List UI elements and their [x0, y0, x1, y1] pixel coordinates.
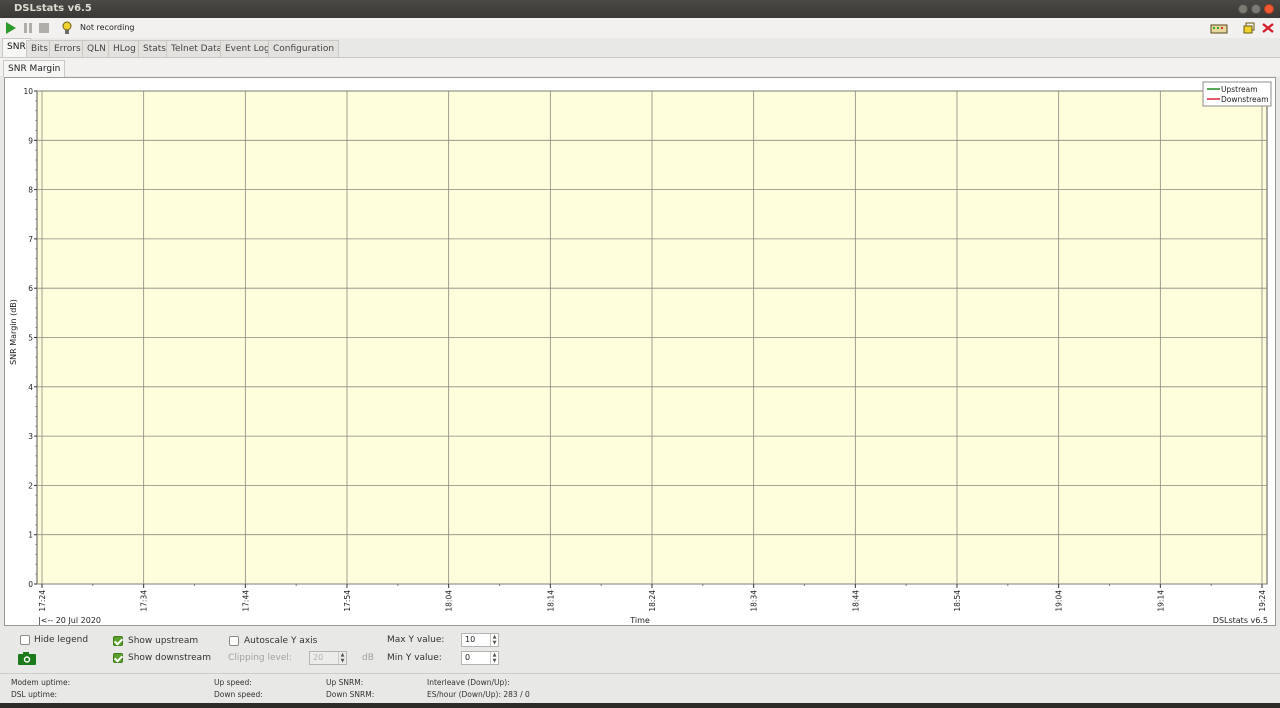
- min-y-spinner[interactable]: ▲ ▼: [490, 652, 498, 664]
- chart-canvas: 0 1 2 3 4 5 6 7 8 9 10 17:24 17:34 17:44 17:54 18:04 18:…: [9, 81, 1272, 625]
- clipping-level-value: 20: [313, 653, 324, 662]
- interleave: Interleave (Down/Up):: [427, 678, 510, 687]
- up-speed: Up speed:: [214, 678, 252, 687]
- x-tick-label: 19:24: [1258, 590, 1267, 612]
- x-axis-label: Time: [629, 616, 650, 625]
- tab-hlog[interactable]: HLog: [108, 40, 141, 57]
- title-bar: DSLstats v6.5: [0, 0, 1280, 18]
- legend-upstream: Upstream: [1221, 85, 1258, 94]
- min-y-field[interactable]: 0 ▲ ▼: [461, 651, 499, 665]
- close-window-button[interactable]: [1264, 4, 1274, 14]
- stop-icon[interactable]: [37, 21, 51, 35]
- tab-telnet-data[interactable]: Telnet Data: [166, 40, 228, 57]
- show-upstream-checkbox[interactable]: [113, 636, 123, 646]
- y-axis-label: SNR Margin (dB): [9, 299, 18, 365]
- restore-icon[interactable]: [1243, 21, 1257, 35]
- modem-uptime: Modem uptime:: [11, 678, 71, 687]
- clipping-level-spinner[interactable]: ▲ ▼: [338, 652, 346, 664]
- y-tick-label: 7: [28, 235, 33, 244]
- show-upstream-label: Show upstream: [128, 636, 199, 646]
- y-tick-label: 4: [28, 383, 33, 392]
- autoscale-checkbox[interactable]: [229, 636, 239, 646]
- tab-event-log[interactable]: Event Log: [220, 40, 275, 57]
- tab-errors[interactable]: Errors: [49, 40, 86, 57]
- play-icon[interactable]: [4, 21, 18, 35]
- x-tick-label: 18:54: [953, 590, 962, 612]
- y-tick-label: 1: [28, 531, 33, 540]
- y-tick-label: 9: [28, 136, 33, 145]
- subtab-bar: SNR Margin: [0, 57, 1280, 77]
- x-tick-label: 18:24: [648, 590, 657, 612]
- chart-controls: Hide legend Show upstream Show downstrea…: [0, 627, 1280, 672]
- es-per-hour: ES/hour (Down/Up): 283 / 0: [427, 690, 530, 699]
- x-tick-label: 18:14: [546, 590, 555, 612]
- clipping-level-field[interactable]: 20 ▲ ▼: [309, 651, 347, 665]
- hide-legend-checkbox[interactable]: [20, 635, 30, 645]
- y-tick-label: 6: [28, 284, 33, 293]
- y-tick-label: 10: [23, 87, 33, 96]
- x-tick-label: 17:34: [140, 590, 149, 612]
- snr-chart: 0 1 2 3 4 5 6 7 8 9 10 17:24 17:34 17:44 17:54 18:04 18:…: [4, 77, 1276, 626]
- autoscale-label: Autoscale Y axis: [244, 636, 318, 646]
- legend-downstream: Downstream: [1221, 95, 1269, 104]
- show-downstream-label: Show downstream: [128, 653, 211, 663]
- hide-legend-label: Hide legend: [34, 635, 89, 645]
- y-tick-label: 2: [28, 481, 33, 490]
- x-tick-label: 18:04: [445, 590, 454, 612]
- toolbar: Not recording: [0, 18, 1280, 38]
- bulb-icon[interactable]: [60, 21, 74, 35]
- clipping-unit: dB: [362, 653, 374, 663]
- desktop-taskbar: [0, 703, 1280, 708]
- x-tick-label: 17:44: [241, 590, 250, 612]
- y-tick-label: 5: [28, 334, 33, 343]
- legend: Upstream Downstream: [1202, 81, 1272, 107]
- maximize-button[interactable]: [1251, 4, 1261, 14]
- router-icon[interactable]: [1210, 21, 1228, 35]
- minimize-button[interactable]: [1238, 4, 1248, 14]
- down-snrm: Down SNRM:: [326, 690, 375, 699]
- dsl-uptime: DSL uptime:: [11, 690, 58, 699]
- date-label: |<-- 20 Jul 2020: [38, 616, 101, 625]
- y-tick-label: 3: [28, 432, 33, 441]
- main-tabs: SNR Bits Errors QLN HLog Stats Telnet Da…: [0, 38, 1280, 57]
- x-tick-label: 17:54: [343, 590, 352, 612]
- tab-qln[interactable]: QLN: [82, 40, 111, 57]
- x-tick-label: 19:04: [1055, 590, 1064, 612]
- tab-configuration[interactable]: Configuration: [268, 40, 340, 57]
- x-tick-label: 18:34: [750, 590, 759, 612]
- status-bar: Modem uptime: DSL uptime: Up speed: Down…: [0, 673, 1280, 703]
- max-y-field[interactable]: 10 ▲ ▼: [461, 633, 499, 647]
- show-downstream-checkbox[interactable]: [113, 653, 123, 663]
- min-y-label: Min Y value:: [387, 653, 442, 663]
- camera-icon[interactable]: [18, 652, 36, 665]
- min-y-value: 0: [465, 653, 471, 662]
- max-y-label: Max Y value:: [387, 635, 445, 645]
- recording-status: Not recording: [80, 23, 135, 32]
- max-y-spinner[interactable]: ▲ ▼: [490, 634, 498, 646]
- y-tick-label: 0: [28, 580, 33, 589]
- close-app-icon[interactable]: [1260, 21, 1276, 35]
- subtab-snr-margin[interactable]: SNR Margin: [3, 60, 66, 77]
- down-speed: Down speed:: [214, 690, 263, 699]
- max-y-value: 10: [465, 635, 476, 644]
- x-tick-label: 18:44: [851, 590, 860, 612]
- footer-brand: DSLstats v6.5: [1213, 616, 1268, 625]
- x-tick-label: 17:24: [38, 590, 47, 612]
- window-title: DSLstats v6.5: [14, 3, 92, 14]
- up-snrm: Up SNRM:: [326, 678, 364, 687]
- clipping-level-label: Clipping level:: [228, 653, 292, 663]
- pause-icon[interactable]: [21, 21, 35, 35]
- y-tick-label: 8: [28, 186, 33, 195]
- x-tick-label: 19:14: [1156, 590, 1165, 612]
